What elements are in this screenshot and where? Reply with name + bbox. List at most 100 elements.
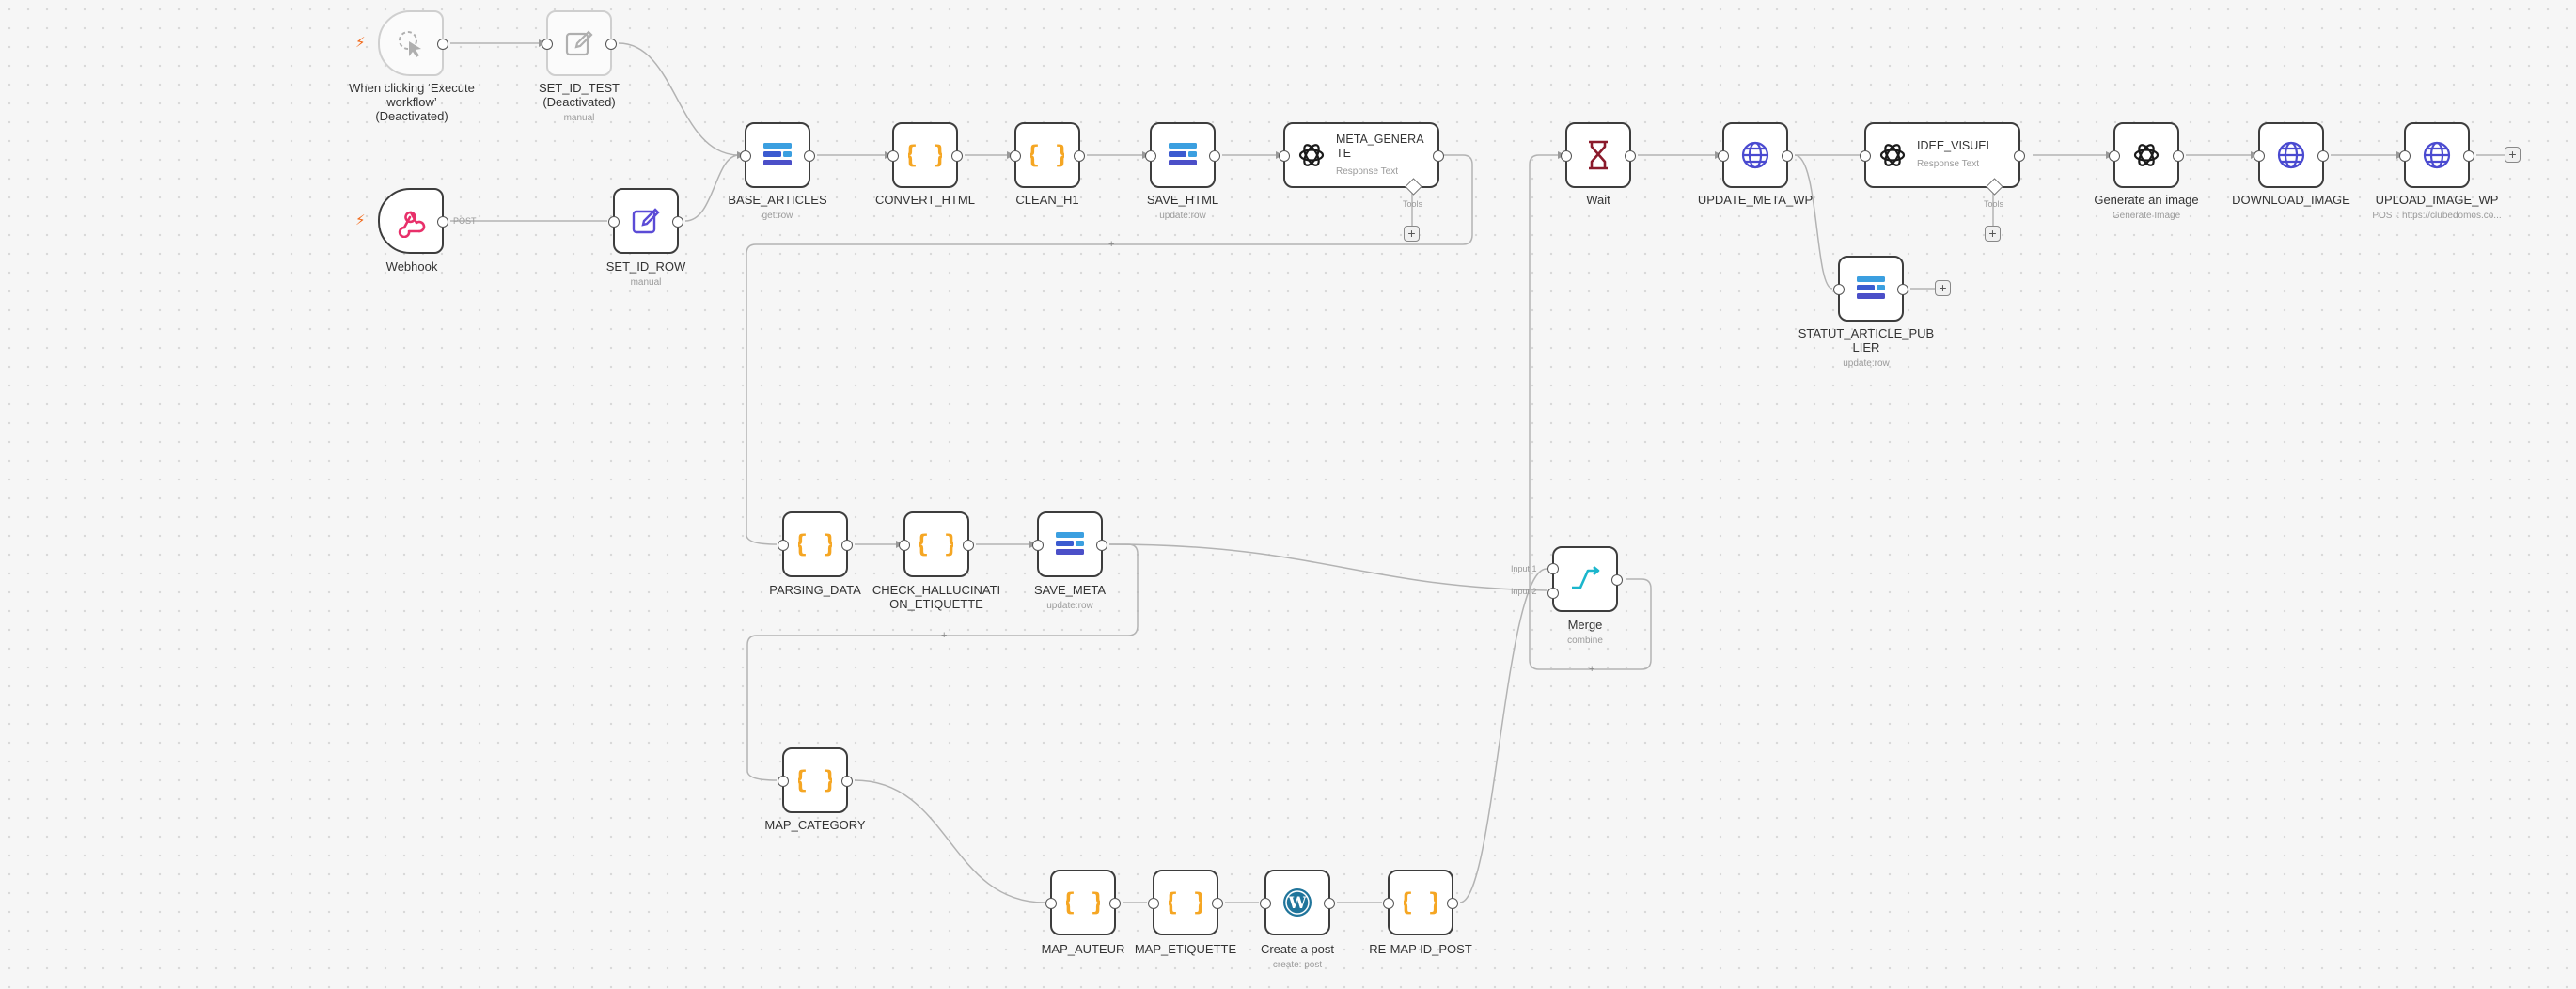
input-port-1[interactable]	[1547, 563, 1559, 574]
output-port[interactable]	[1109, 898, 1121, 909]
output-port[interactable]	[437, 39, 448, 50]
node-parsing-data[interactable]: { }	[778, 511, 853, 577]
input-port[interactable]	[2254, 150, 2265, 162]
node-save-html[interactable]	[1145, 122, 1220, 188]
output-port[interactable]	[2463, 150, 2474, 162]
output-port[interactable]	[605, 39, 617, 50]
node-title: IDEE_VISUEL Response Text	[1917, 139, 1993, 169]
output-port[interactable]	[1209, 150, 1220, 162]
output-port[interactable]	[672, 216, 683, 228]
node-map-auteur[interactable]: { }	[1045, 870, 1121, 935]
output-port[interactable]	[951, 150, 963, 162]
input-port-2[interactable]	[1547, 588, 1559, 599]
node-label: SAVE_META update:row	[1033, 583, 1107, 611]
input-port[interactable]	[778, 776, 789, 787]
node-label: STATUT_ARTICLE_PUBLIER update:row	[1798, 326, 1935, 369]
svg-text:{ }: { }	[1030, 141, 1064, 169]
input-port[interactable]	[542, 39, 553, 50]
output-port[interactable]	[1897, 284, 1908, 295]
input-port[interactable]	[1718, 150, 1729, 162]
wire-add-marker[interactable]: +	[941, 630, 947, 641]
node-generate-image[interactable]	[2109, 122, 2184, 188]
node-manual-trigger[interactable]	[378, 10, 448, 76]
output-port[interactable]	[841, 776, 853, 787]
input-port[interactable]	[1010, 150, 1021, 162]
node-convert-html[interactable]: { }	[887, 122, 963, 188]
code-braces-icon: { }	[1404, 888, 1437, 917]
input-port[interactable]	[1860, 150, 1871, 162]
wire-add-marker[interactable]: +	[1589, 664, 1594, 675]
node-wait[interactable]	[1561, 122, 1636, 188]
output-port[interactable]	[1782, 150, 1793, 162]
node-set-id-row[interactable]	[608, 188, 683, 254]
node-label: CLEAN_H1	[1015, 193, 1079, 207]
wire-save-meta-to-merge	[1108, 543, 1547, 591]
node-title: META_GENERATE Response Text	[1336, 132, 1424, 177]
output-port[interactable]	[1096, 540, 1107, 551]
node-statut-article-publier[interactable]	[1833, 256, 1908, 322]
wire-add-marker[interactable]: +	[1108, 239, 1114, 250]
output-port[interactable]	[2014, 150, 2025, 162]
node-webhook[interactable]	[378, 188, 448, 254]
output-port[interactable]	[1611, 574, 1623, 586]
node-set-id-test[interactable]	[542, 10, 617, 76]
node-label: UPDATE_META_WP	[1697, 193, 1814, 207]
output-port[interactable]	[804, 150, 815, 162]
input-port[interactable]	[1383, 898, 1394, 909]
output-port[interactable]	[1074, 150, 1085, 162]
node-base-articles[interactable]	[740, 122, 815, 188]
node-map-category[interactable]: { }	[778, 747, 853, 813]
output-port[interactable]	[1433, 150, 1444, 162]
node-idee-visuel[interactable]: IDEE_VISUEL Response Text	[1860, 122, 2025, 196]
add-node-button[interactable]: +	[1935, 280, 1951, 296]
node-download-image[interactable]	[2254, 122, 2329, 188]
input-port[interactable]	[1148, 898, 1159, 909]
node-check-hallucination[interactable]: { }	[899, 511, 974, 577]
node-meta-generate[interactable]: META_GENERATE Response Text	[1279, 122, 1444, 196]
input-port[interactable]	[887, 150, 899, 162]
add-node-button[interactable]: +	[2505, 147, 2521, 163]
output-port[interactable]	[1625, 150, 1636, 162]
code-braces-icon: { }	[919, 530, 953, 558]
node-label: DOWNLOAD_IMAGE	[2232, 193, 2350, 207]
add-tool-button[interactable]: +	[1985, 226, 2001, 242]
input-port[interactable]	[1561, 150, 1572, 162]
input-port[interactable]	[899, 540, 910, 551]
port-label: POST	[453, 216, 477, 226]
trigger-bolt-icon: ⚡	[355, 212, 366, 228]
output-port[interactable]	[1324, 898, 1335, 909]
output-port[interactable]	[841, 540, 853, 551]
output-port[interactable]	[1447, 898, 1458, 909]
code-braces-icon: { }	[798, 530, 832, 558]
output-port[interactable]	[1212, 898, 1223, 909]
output-port[interactable]	[437, 216, 448, 228]
output-port[interactable]	[2173, 150, 2184, 162]
input-port[interactable]	[1145, 150, 1156, 162]
input-port[interactable]	[1032, 540, 1044, 551]
input-port[interactable]	[2399, 150, 2411, 162]
add-tool-button[interactable]: +	[1404, 226, 1420, 242]
output-port[interactable]	[2317, 150, 2329, 162]
node-label: Generate an image Generate Image	[2094, 193, 2199, 221]
input-port[interactable]	[608, 216, 620, 228]
node-create-post[interactable]: W	[1260, 870, 1335, 935]
node-upload-image-wp[interactable]	[2399, 122, 2474, 188]
node-merge[interactable]	[1547, 546, 1623, 612]
input-port[interactable]	[1260, 898, 1271, 909]
input-port[interactable]	[1279, 150, 1290, 162]
input-port[interactable]	[2109, 150, 2120, 162]
code-braces-icon: { }	[1169, 888, 1202, 917]
cursor-click-icon	[399, 31, 421, 57]
data-table-icon	[1169, 143, 1197, 165]
node-clean-h1[interactable]: { }	[1010, 122, 1085, 188]
input-port[interactable]	[1833, 284, 1845, 295]
svg-text:{ }: { }	[1066, 888, 1100, 917]
input-port[interactable]	[778, 540, 789, 551]
node-save-meta[interactable]	[1032, 511, 1107, 577]
node-map-etiquette[interactable]: { }	[1148, 870, 1223, 935]
input-port[interactable]	[740, 150, 751, 162]
input-port[interactable]	[1045, 898, 1057, 909]
output-port[interactable]	[963, 540, 974, 551]
node-update-meta-wp[interactable]	[1718, 122, 1793, 188]
node-remap-id-post[interactable]: { }	[1383, 870, 1458, 935]
